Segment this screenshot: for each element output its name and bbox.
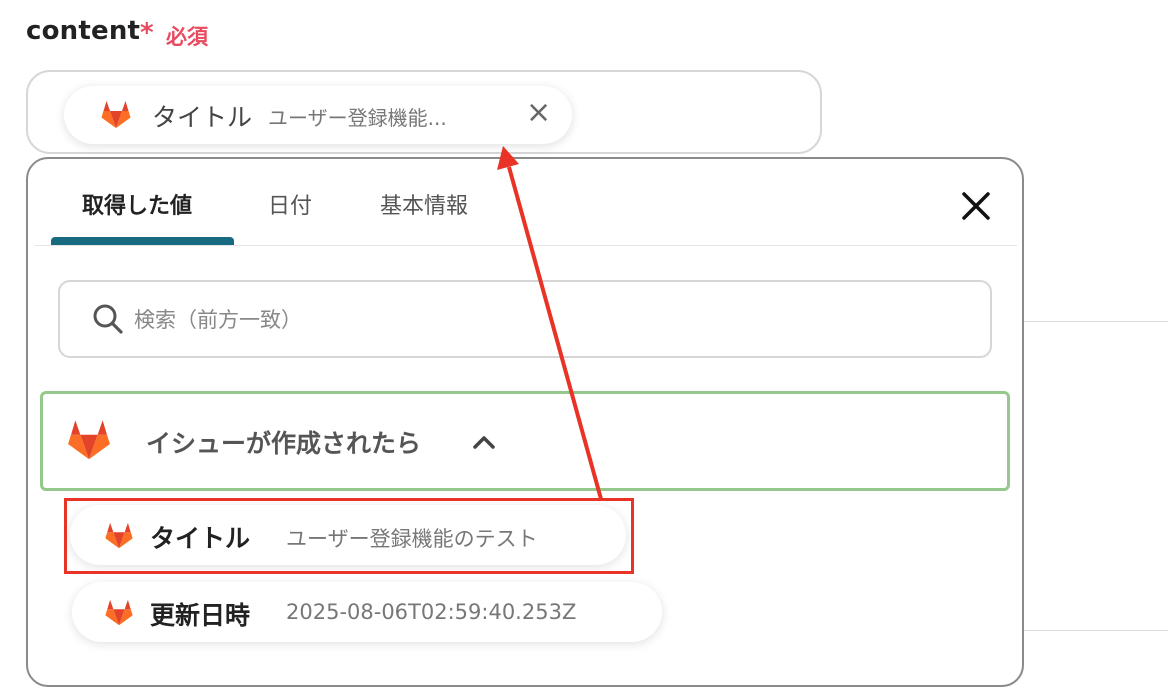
annotation-arrow	[497, 146, 603, 500]
